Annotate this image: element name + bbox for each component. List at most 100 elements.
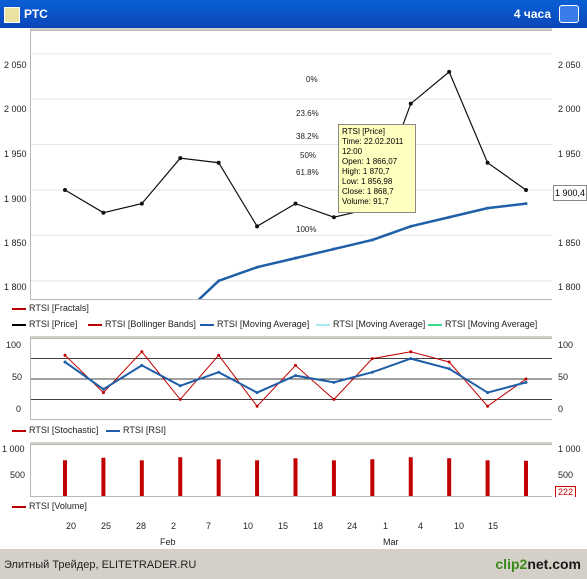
data-point <box>332 247 336 251</box>
data-point <box>294 256 297 260</box>
x-tick: 15 <box>488 521 499 531</box>
osc-point <box>255 404 259 408</box>
legend-label: RTSI [Volume] <box>29 501 87 511</box>
x-tick: 1 <box>383 521 389 531</box>
tooltip-title: RTSI [Price] <box>342 127 385 136</box>
fib-label: 38.2% <box>296 132 319 141</box>
osc-point <box>409 350 413 354</box>
osc-point <box>140 350 144 354</box>
legend-label: RTSI [Stochastic] <box>29 425 99 435</box>
osc-left-axis: 100 50 0 <box>0 336 30 420</box>
osc-point <box>486 391 490 395</box>
x-tick: 2 <box>171 521 177 531</box>
y-tick-right: 100 <box>558 340 574 350</box>
volume-bar <box>293 458 298 496</box>
legend-item: RTSI [Moving Average] <box>428 319 537 329</box>
data-point <box>216 160 221 165</box>
volume-chart-svg <box>63 457 528 496</box>
data-point <box>447 215 451 219</box>
data-point <box>485 160 490 165</box>
price-right-axis: 2 050 2 000 1 950 1 850 1 800 <box>552 28 587 300</box>
volume-bar <box>139 460 144 496</box>
volume-bar <box>524 460 528 496</box>
data-point <box>139 201 144 206</box>
vol-legend: RTSI [Volume] <box>0 497 587 517</box>
price-pane[interactable] <box>30 30 553 383</box>
y-tick: 1 900 <box>4 194 27 204</box>
osc-point <box>524 380 528 384</box>
series-line <box>65 202 527 383</box>
legend-label: RTSI [Bollinger Bands] <box>105 319 196 329</box>
x-tick: 15 <box>278 521 289 531</box>
tooltip-volume: Volume: 91,7 <box>342 197 389 206</box>
osc-point <box>63 353 67 357</box>
osc-point <box>140 363 144 367</box>
x-tick: 18 <box>313 521 324 531</box>
legend-item: RTSI [Bollinger Bands] <box>88 319 196 329</box>
y-tick: 1 000 <box>2 444 25 454</box>
tooltip-high: High: 1 870,7 <box>342 167 390 176</box>
footer-bar: Элитный Трейдер, ELITETRADER.RU clip2net… <box>0 552 587 579</box>
data-point <box>101 210 106 215</box>
volume-bar <box>178 457 183 496</box>
osc-point <box>294 374 297 378</box>
y-tick: 1 850 <box>4 238 27 248</box>
x-tick: 20 <box>66 521 77 531</box>
timeframe-label[interactable]: 4 часа <box>514 7 551 21</box>
y-tick: 1 950 <box>4 149 27 159</box>
osc-point <box>332 380 336 384</box>
osc-point <box>255 391 259 395</box>
data-point <box>447 69 452 74</box>
legend-item: RTSI [Moving Average] <box>200 319 309 329</box>
volume-bar <box>370 459 375 496</box>
volume-bar <box>447 458 452 496</box>
osc-point <box>217 353 221 357</box>
osc-point <box>217 370 221 374</box>
legend-label: RTSI [Moving Average] <box>333 319 426 329</box>
fib-label: 0% <box>306 75 318 84</box>
legend-item: RTSI [Stochastic] <box>12 425 98 435</box>
y-tick-right: 1 800 <box>558 282 581 292</box>
y-tick: 500 <box>10 470 26 480</box>
tooltip-close: Close: 1 868,7 <box>342 187 394 196</box>
osc-point <box>101 387 105 391</box>
osc-right-axis: 100 50 0 <box>552 336 587 420</box>
data-point <box>486 206 490 210</box>
tooltip-time: Time: 22.02.2011 12:00 <box>342 137 404 156</box>
last-price-label: 1 900,4 <box>553 185 587 201</box>
volume-pane[interactable] <box>30 444 553 497</box>
osc-point <box>486 404 490 408</box>
osc-point <box>63 360 67 364</box>
volume-bar <box>216 459 221 496</box>
window-control-button[interactable] <box>559 5 579 23</box>
data-point <box>409 224 413 228</box>
y-tick-right: 50 <box>558 372 569 382</box>
fib-label: 50% <box>300 151 317 160</box>
osc-point <box>524 377 528 381</box>
fib-label: 100% <box>296 225 317 234</box>
y-tick-right: 0 <box>558 404 564 414</box>
osc-point <box>447 360 451 364</box>
y-tick-right: 2 000 <box>558 104 581 114</box>
y-tick: 100 <box>6 340 22 350</box>
y-tick: 2 000 <box>4 104 27 114</box>
vol-left-axis: 1 000 500 <box>0 442 30 497</box>
window-title: РТС <box>24 7 48 21</box>
x-tick: 10 <box>243 521 254 531</box>
data-point <box>524 202 528 206</box>
legend-item: RTSI [Moving Average] <box>316 319 425 329</box>
osc-point <box>447 367 451 371</box>
osc-point <box>178 397 182 401</box>
x-axis: 20 25 28 2 7 10 15 18 24 1 4 10 15 Feb M… <box>0 517 587 549</box>
oscillator-pane[interactable] <box>30 338 553 420</box>
volume-bar <box>485 460 490 496</box>
legend-label: RTSI [RSI] <box>123 425 166 435</box>
price-left-axis: 2 050 2 000 1 950 1 900 1 850 1 800 <box>0 28 30 300</box>
y-tick-right: 1 950 <box>558 149 581 159</box>
window-titlebar: РТС 4 часа <box>0 0 587 28</box>
osc-point <box>409 357 413 361</box>
volume-bar <box>331 460 336 496</box>
footer-text: Элитный Трейдер, ELITETRADER.RU <box>4 559 197 571</box>
y-tick: 1 800 <box>4 282 27 292</box>
data-point <box>217 279 221 283</box>
